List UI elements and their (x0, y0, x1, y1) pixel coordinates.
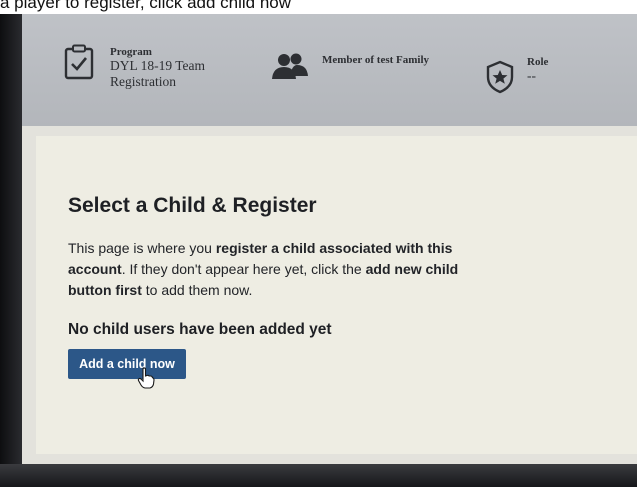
role-info: Role -- (527, 56, 607, 84)
main-content: Select a Child & Register This page is w… (36, 136, 637, 454)
program-info: Program DYL 18-19 Team Registration (110, 46, 250, 90)
instruction-caption: a player to register, click add child no… (0, 0, 637, 14)
role-value: -- (527, 68, 536, 83)
hand-pointer-icon (137, 367, 155, 389)
page-title: Select a Child & Register (68, 194, 317, 217)
registration-header: Program DYL 18-19 Team Registration Memb… (22, 14, 637, 126)
screen-edge (0, 14, 22, 464)
page-description: This page is where you register a child … (68, 240, 459, 298)
program-label: Program (110, 46, 152, 58)
empty-state-message: No child users have been added yet (68, 321, 332, 338)
browser-screen: Program DYL 18-19 Team Registration Memb… (22, 14, 637, 464)
users-icon (272, 53, 308, 79)
member-label: Member of test Family (322, 54, 430, 66)
screen-bezel (0, 464, 637, 487)
role-label: Role (527, 56, 549, 68)
program-value: DYL 18-19 Team Registration (110, 58, 206, 89)
star-badge-icon (486, 60, 514, 94)
clipboard-check-icon (64, 44, 94, 80)
add-child-button[interactable]: Add a child now (68, 349, 186, 379)
member-info: Member of test Family (322, 54, 462, 66)
